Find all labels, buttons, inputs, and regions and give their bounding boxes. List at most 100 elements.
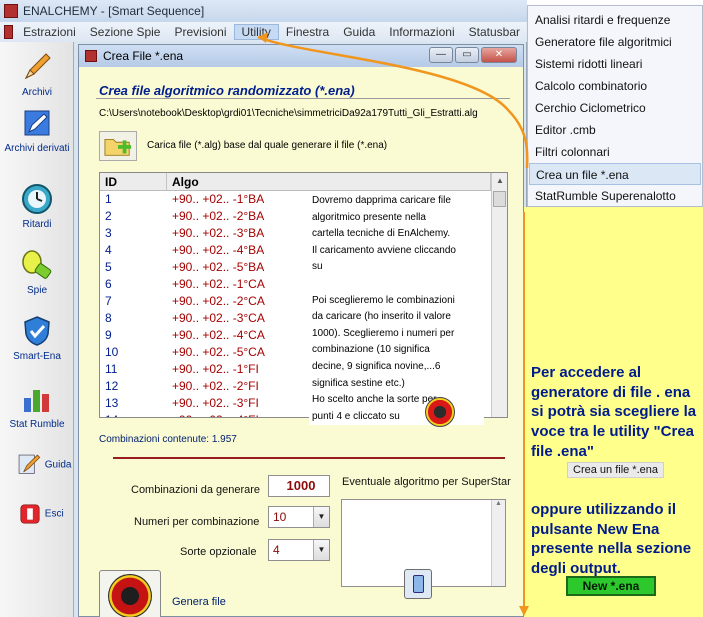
note-line: combinazione (10 significa xyxy=(312,344,430,356)
note-line xyxy=(312,276,484,293)
sidebar-item-label: Archivi derivati xyxy=(4,143,70,154)
file-path: C:\Users\notebook\Desktop\grdi01\Tecnich… xyxy=(99,108,478,119)
record-button-icon xyxy=(425,397,455,427)
sidebar-item-smart-ena[interactable]: Smart-Ena xyxy=(0,314,74,362)
cell-id: 8 xyxy=(105,311,112,325)
scroll-thumb[interactable] xyxy=(493,191,506,207)
instruction-note: Dovremo dapprima caricare file algoritmic… xyxy=(309,193,484,426)
phone-button[interactable] xyxy=(404,569,432,599)
note-line: decine, 9 significa novine,...6 xyxy=(312,360,441,372)
sidebar-item-guida[interactable]: Guida xyxy=(0,452,74,478)
note-line: Il caricamento avviene cliccando xyxy=(312,244,456,256)
cell-algo: +90.. +02.. -4°FI xyxy=(167,412,297,417)
cell-id: 10 xyxy=(105,345,119,359)
crea-file-window: Crea File *.ena — ▭ ✕ Crea file algoritm… xyxy=(78,44,524,617)
cell-id: 3 xyxy=(105,226,112,240)
column-header-id[interactable]: ID xyxy=(100,173,167,190)
heading-divider xyxy=(96,98,510,99)
cell-algo: +90.. +02.. -3°BA xyxy=(172,226,265,240)
menu-utility[interactable]: Utility xyxy=(233,24,279,40)
scroll-up-icon[interactable]: ▲ xyxy=(492,173,507,189)
numbers-per-combination-value: 10 xyxy=(273,510,287,524)
note-line: Ho scelto anche la sorte per xyxy=(312,394,437,406)
menu-informazioni[interactable]: Informazioni xyxy=(382,25,461,39)
document-pencil-icon xyxy=(24,110,50,136)
new-ena-button[interactable]: New *.ena xyxy=(566,576,656,596)
menu-finestra[interactable]: Finestra xyxy=(279,25,336,39)
menu-guida[interactable]: Guida xyxy=(336,25,382,39)
cell-id: 7 xyxy=(105,294,112,308)
menu-item-statrumble[interactable]: StatRumble Superenalotto xyxy=(529,185,701,207)
note-line: 1000). Sceglieremo i numeri per xyxy=(312,327,455,339)
cell-algo: +90.. +02.. -3°CA xyxy=(172,311,265,325)
menu-estrazioni[interactable]: Estrazioni xyxy=(16,25,83,39)
cell-id: 9 xyxy=(105,328,112,342)
chevron-down-icon[interactable]: ▼ xyxy=(313,507,329,527)
cell-id: 2 xyxy=(105,209,112,223)
window-title: Crea File *.ena xyxy=(103,49,184,63)
sidebar-item-archivi[interactable]: Archivi xyxy=(0,50,74,98)
sidebar-item-spie[interactable]: Spie xyxy=(0,248,74,296)
sidebar-item-label: Guida xyxy=(44,459,72,471)
note-line: su xyxy=(312,261,323,273)
cell-algo: +90.. +02.. -4°CA xyxy=(172,328,265,342)
combinations-count: Combinazioni contenute: 1.957 xyxy=(99,434,237,445)
app-menu-logo-icon[interactable] xyxy=(4,25,14,39)
app-window: ENALCHEMY - [Smart Sequence] Estrazioni … xyxy=(0,0,527,617)
chevron-down-icon[interactable]: ▼ xyxy=(313,540,329,560)
load-file-button[interactable] xyxy=(99,131,137,161)
menu-item-cerchio[interactable]: Cerchio Ciclometrico xyxy=(529,97,701,119)
section-divider xyxy=(113,457,505,459)
app-menubar: Estrazioni Sezione Spie Previsioni Utili… xyxy=(0,22,527,42)
menu-item-editor[interactable]: Editor .cmb xyxy=(529,119,701,141)
menu-sezione-spie[interactable]: Sezione Spie xyxy=(83,25,168,39)
superstar-scrollbar[interactable]: ▲ xyxy=(491,500,505,586)
column-header-algo[interactable]: Algo xyxy=(167,173,491,190)
cell-algo: +90.. +02.. -1°BA xyxy=(172,192,265,206)
load-file-label: Carica file (*.alg) base dal quale gener… xyxy=(147,140,388,151)
maximize-button[interactable]: ▭ xyxy=(455,47,479,63)
utility-popup-menu: Analisi ritardi e frequenze Generatore f… xyxy=(527,5,703,207)
menu-statusbar[interactable]: Statusbar xyxy=(462,25,527,39)
optional-sorte-select[interactable]: 4 ▼ xyxy=(268,539,330,561)
menu-item-filtri[interactable]: Filtri colonnari xyxy=(529,141,701,163)
numbers-per-combination-label: Numeri per combinazione xyxy=(134,516,260,528)
menu-previsioni[interactable]: Previsioni xyxy=(167,25,233,39)
note-line: Poi sceglieremo le combinazioni xyxy=(312,294,455,306)
generate-file-button[interactable] xyxy=(99,570,161,617)
bar-chart-icon xyxy=(24,390,49,412)
folder-add-icon xyxy=(104,139,132,156)
window-icon xyxy=(85,50,97,62)
menu-item-generatore[interactable]: Generatore file algoritmici xyxy=(529,31,701,53)
table-scrollbar[interactable]: ▲ xyxy=(491,173,507,417)
clock-icon xyxy=(22,184,52,214)
annotation-panel: Per accedere al generatore di file . ena… xyxy=(524,207,703,617)
phone-icon xyxy=(413,575,424,593)
app-title: ENALCHEMY - [Smart Sequence] xyxy=(23,4,205,18)
numbers-per-combination-select[interactable]: 10 ▼ xyxy=(268,506,330,528)
menu-item-crea-ena[interactable]: Crea un file *.ena xyxy=(529,163,701,185)
cell-id: 4 xyxy=(105,243,112,257)
minimize-button[interactable]: — xyxy=(429,47,453,63)
sidebar-item-esci[interactable]: Esci xyxy=(0,502,74,526)
combinations-to-generate-field[interactable]: 1000 xyxy=(268,475,330,497)
superstar-label: Eventuale algoritmo per SuperStar xyxy=(342,476,511,488)
sidebar-item-archivi-derivati[interactable]: Archivi derivati xyxy=(0,106,74,154)
sidebar-item-label: Ritardi xyxy=(22,219,52,230)
note-line: cartella tecniche di EnAlchemy. xyxy=(312,228,451,240)
annotation-chip-crea-ena: Crea un file *.ena xyxy=(567,462,664,478)
cell-id: 12 xyxy=(105,379,119,393)
sidebar-item-label: Smart-Ena xyxy=(13,351,61,362)
close-button[interactable]: ✕ xyxy=(481,47,517,63)
menu-item-analisi[interactable]: Analisi ritardi e frequenze xyxy=(529,9,701,31)
annotation-text-2: oppure utilizzando il pulsante New Ena p… xyxy=(531,501,692,577)
sidebar: Archivi Archivi derivati Ritardi Spie Sm… xyxy=(0,42,74,617)
note-line: algoritmico presente nella xyxy=(312,211,426,223)
cell-algo: +90.. +02.. -2°FI xyxy=(172,379,259,393)
exit-icon xyxy=(20,504,40,524)
combinations-to-generate-label: Combinazioni da generare xyxy=(131,484,261,496)
sidebar-item-stat-rumble[interactable]: Stat Rumble xyxy=(0,382,74,430)
menu-item-sistemi[interactable]: Sistemi ridotti lineari xyxy=(529,53,701,75)
sidebar-item-ritardi[interactable]: Ritardi xyxy=(0,182,74,230)
menu-item-calcolo[interactable]: Calcolo combinatorio xyxy=(529,75,701,97)
